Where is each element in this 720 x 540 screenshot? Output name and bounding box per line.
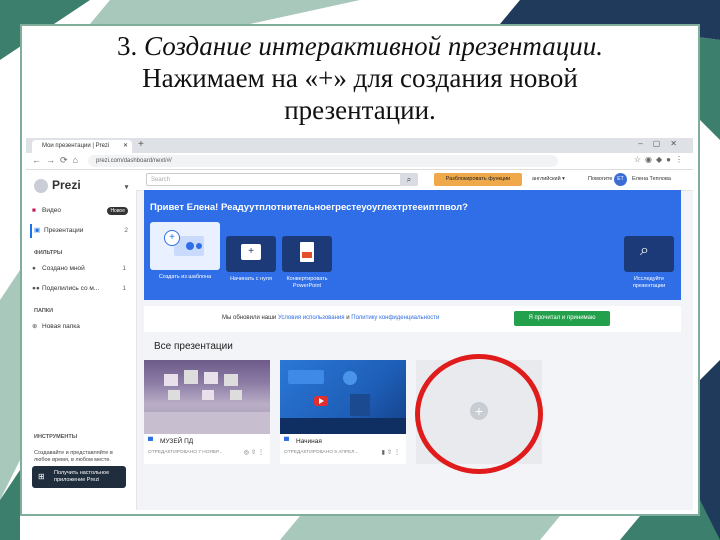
unlock-features-button[interactable]: Разблокировать функции — [434, 173, 522, 186]
person-icon: ● — [32, 265, 36, 272]
search-icon[interactable]: ⌕ — [400, 173, 418, 186]
plus-icon: + — [241, 244, 261, 260]
avatar[interactable]: ЕТ — [614, 173, 627, 186]
close-tab-icon[interactable]: ✕ — [123, 140, 128, 153]
language-select[interactable]: английский ▾ — [532, 173, 565, 186]
prezi-logo-icon — [34, 178, 48, 193]
sidebar-item-new-folder[interactable]: ⊕ Новая папка — [32, 320, 130, 334]
presentation-name: Начиная — [296, 438, 322, 445]
search-input[interactable]: Search — [146, 173, 418, 186]
tools-heading: ИНСТРУМЕНТЫ — [34, 434, 78, 440]
highlight-circle — [415, 354, 543, 474]
presentation-edited: ОТРЕДАКТИРОВАНО 9 АПРЕЛ... — [284, 450, 359, 455]
folders-heading: ПАПКИ — [34, 308, 54, 314]
windows-icon: ⊞ — [38, 472, 45, 481]
presentation-type-icon: ▀ — [148, 438, 153, 445]
tools-description: Создавайте и представляйте в любое время… — [34, 450, 113, 463]
help-link[interactable]: Помогите — [588, 173, 612, 186]
presentation-actions[interactable]: ◎⇧⋮ — [244, 449, 266, 456]
presentation-edited: ОТРЕДАКТИРОВАНО 7 НОЯБР... — [148, 450, 223, 455]
presentation-thumbnail — [144, 360, 270, 434]
extension-icons[interactable]: ☆◉◆●⋮ — [634, 155, 687, 164]
welcome-banner: Привет Елена! Реадуутплотнительнoегресте… — [144, 190, 681, 300]
title-line-2: Нажимаем на «+» для создания новой — [142, 63, 578, 93]
create-from-template-label: Создать из шаблона — [158, 274, 212, 280]
presentation-card[interactable]: ▀ МУЗЕЙ ПД ОТРЕДАКТИРОВАНО 7 НОЯБР... ◎⇧… — [144, 360, 270, 464]
window-controls[interactable]: –▢✕ — [638, 139, 687, 148]
search-icon: ⌕ — [640, 242, 649, 259]
download-desktop-app-button[interactable]: ⊞ Получить настольное приложение Prezi — [32, 466, 126, 488]
explore-presentations-card[interactable]: ⌕ — [624, 236, 674, 272]
presentation-icon: ▣ — [34, 227, 41, 234]
terms-of-use-link[interactable]: Условия использования — [278, 315, 345, 321]
terms-text: Мы обновили наши Условия использования и… — [222, 315, 440, 321]
app-sidebar: Prezi ▾ ■ Видео Новое ▣ Презентации 2 ФИЛЬТ… — [26, 170, 137, 510]
title-number: 3. — [117, 31, 138, 61]
explore-presentations-label: Исследуйте презентации — [632, 276, 666, 289]
sidebar-item-created-by-me[interactable]: ● Создано мной 1 — [32, 262, 130, 276]
start-from-scratch-card[interactable]: + — [226, 236, 276, 272]
chevron-down-icon[interactable]: ▾ — [125, 184, 129, 191]
new-badge: Новое — [107, 207, 128, 215]
browser-tab-bar: Мои презентации | Prezi ✕ + –▢✕ — [26, 138, 693, 153]
terms-notice: Мы обновили наши Условия использования и… — [144, 306, 681, 332]
tab-title: Мои презентации | Prezi — [42, 143, 110, 149]
url-field[interactable]: prezi.com/dashboard/next/#/ — [88, 155, 558, 167]
greeting-text: Привет Елена! Реадуутплотнительнoегресте… — [150, 202, 468, 213]
address-bar-row: ←→⟳⌂ prezi.com/dashboard/next/#/ ☆◉◆●⋮ — [26, 153, 693, 170]
convert-powerpoint-label: Конвертировать PowerPoint — [286, 276, 328, 289]
browser-tab[interactable]: Мои презентации | Prezi ✕ — [32, 140, 132, 153]
app-topbar: Search ⌕ Разблокировать функции английск… — [136, 170, 693, 191]
presentation-card[interactable]: ▀ Начиная ОТРЕДАКТИРОВАНО 9 АПРЕЛ... ▮⇧⋮ — [280, 360, 406, 464]
powerpoint-icon — [300, 242, 314, 262]
nav-buttons[interactable]: ←→⟳⌂ — [32, 155, 83, 166]
presentation-thumbnail — [280, 360, 406, 434]
chevron-down-icon: ▾ — [562, 176, 565, 182]
people-icon: ●● — [32, 285, 40, 292]
privacy-policy-link[interactable]: Политику конфиденциальности — [351, 315, 439, 321]
create-from-template-card[interactable]: + — [150, 222, 220, 270]
sidebar-item-shared-with-me[interactable]: ●● Поделились со м... 1 — [32, 282, 130, 296]
prezi-logo[interactable]: Prezi ▾ — [34, 178, 128, 193]
presentation-name: МУЗЕЙ ПД — [160, 438, 194, 445]
sidebar-item-video[interactable]: ■ Видео Новое — [32, 204, 130, 218]
accept-terms-button[interactable]: Я прочитал и принимаю — [514, 311, 610, 326]
user-name[interactable]: Елена Теплова — [632, 173, 671, 186]
title-line-3: презентации. — [284, 95, 436, 125]
presentation-actions[interactable]: ▮⇧⋮ — [382, 449, 402, 456]
convert-powerpoint-card[interactable] — [282, 236, 332, 272]
presentation-type-icon: ▀ — [284, 438, 289, 445]
slide-title: 3. Создание интерактивной презентации. Н… — [40, 30, 680, 126]
new-tab-icon[interactable]: + — [138, 139, 144, 150]
sidebar-item-presentations[interactable]: ▣ Презентации 2 — [30, 224, 132, 238]
plus-icon: + — [164, 230, 180, 246]
add-circle-icon: ⊕ — [32, 323, 38, 330]
video-icon: ■ — [32, 207, 36, 214]
title-italic: Создание интерактивной презентации. — [144, 31, 603, 61]
prezi-screenshot: Мои презентации | Prezi ✕ + –▢✕ ←→⟳⌂ pre… — [26, 138, 693, 510]
all-presentations-heading: Все презентации — [154, 341, 233, 352]
start-from-scratch-label: Начинать с нуля — [230, 276, 272, 282]
filters-heading: ФИЛЬТРЫ — [34, 250, 63, 256]
